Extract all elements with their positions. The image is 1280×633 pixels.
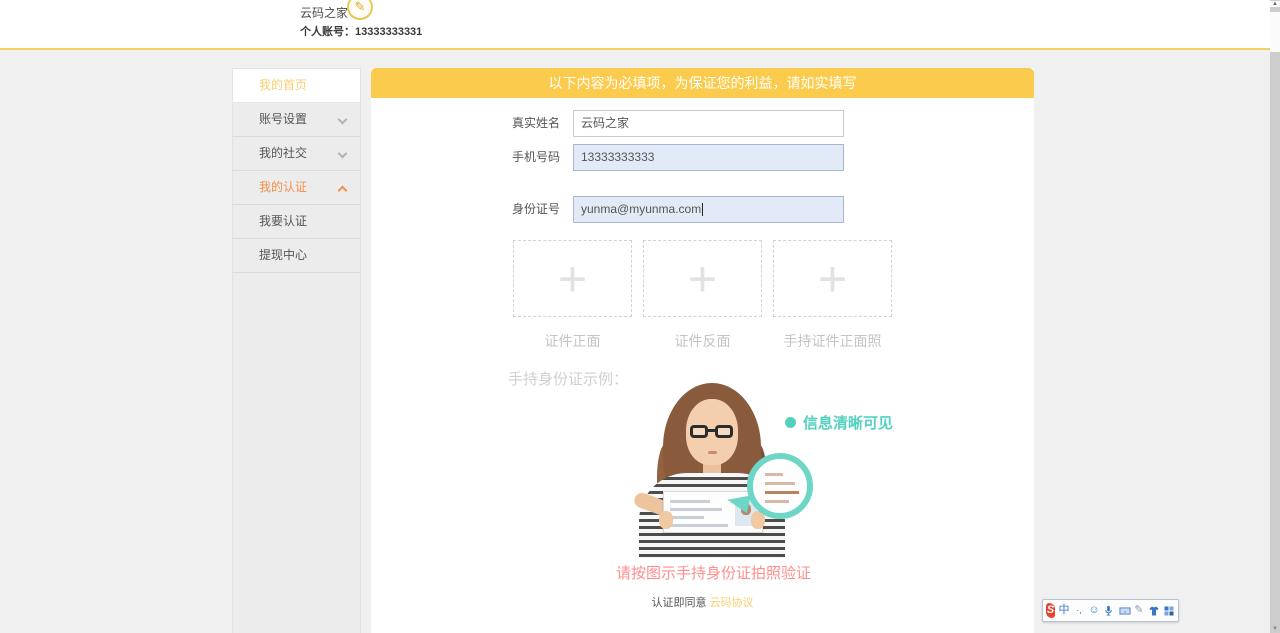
upload-holding-id-box[interactable]: + [773,240,892,317]
phone-input[interactable]: 13333333333 [573,144,844,171]
certification-panel: 以下内容为必填项，为保证您的利益，请如实填写 真实姓名 云码之家 手机号码 13… [371,68,1034,633]
upload-labels: 证件正面 证件反面 手持证件正面照 [513,331,892,351]
plus-icon: + [818,254,847,304]
text-caret [702,203,703,216]
chevron-down-icon [338,149,348,159]
required-notice-banner: 以下内容为必填项，为保证您的利益，请如实填写 [371,68,1034,98]
handwriting-icon[interactable]: ✎ [1133,600,1145,621]
glasses-icon [690,425,708,438]
ime-toolbar: S 中 ·, ☺ ✎ [1042,599,1179,622]
id-number-value: yunma@myunma.com [581,202,701,216]
emoji-icon[interactable]: ☺ [1088,600,1100,621]
microphone-icon[interactable] [1103,604,1115,617]
plus-icon: + [688,254,717,304]
sidebar-item-i-want-certify[interactable]: 我要认证 [233,205,360,239]
annotation-info-visible: 信息清晰可见 [785,412,893,433]
upload-id-front-box[interactable]: + [513,240,632,317]
upload-id-back-label: 证件反面 [643,331,762,351]
edit-profile-button[interactable]: ✎ [347,0,373,20]
phone-label: 手机号码 [500,144,560,171]
scroll-up-arrow-icon[interactable]: ▲ [1270,1,1280,7]
punctuation-icon[interactable]: ·, [1073,600,1085,621]
agreement-prefix: 认证即同意 [651,597,709,609]
upload-holding-id-label: 手持证件正面照 [773,331,892,351]
account-number-label: 个人账号：13333333331 [300,23,422,39]
id-number-label: 身份证号 [500,196,560,223]
logo-text: 云码之家 [300,4,348,21]
holding-id-example-image [611,383,841,558]
pencil-icon: ✎ [355,0,366,15]
upload-row: + + + [513,240,892,317]
sidebar-item-my-social[interactable]: 我的社交 [233,137,360,171]
vertical-scrollbar[interactable]: ▲ ▼ [1270,0,1280,633]
example-mouth [708,451,717,454]
chevron-up-icon [338,186,348,196]
bullet-dot-icon [785,417,796,428]
agreement-link[interactable]: 云码协议 [710,597,754,609]
upload-id-back-box[interactable]: + [643,240,762,317]
sogou-logo-icon[interactable]: S [1046,603,1055,618]
scroll-down-arrow-icon[interactable]: ▼ [1270,626,1280,632]
phone-row: 手机号码 13333333333 [371,144,1034,171]
annotation-text: 信息清晰可见 [803,412,893,433]
sidebar-item-label: 我的社交 [259,146,307,160]
sidebar-item-label: 账号设置 [259,112,307,126]
sidebar-item-account-settings[interactable]: 账号设置 [233,103,360,137]
plus-icon: + [558,254,587,304]
chevron-down-icon [338,115,348,125]
real-name-label: 真实姓名 [500,110,560,137]
sidebar-item-label: 提现中心 [259,248,307,262]
scrollbar-thumb[interactable] [1270,12,1280,52]
agreement-line: 认证即同意 云码协议 [371,594,1034,610]
example-title: 手持身份证示例： [508,368,628,389]
sidebar-item-my-home[interactable]: 我的首页 [233,69,360,103]
id-number-row: 身份证号 yunma@myunma.com [371,196,1034,223]
magnifier-circle-icon [747,453,813,519]
skin-icon[interactable] [1148,605,1160,617]
sidebar: 我的首页 账号设置 我的社交 我的认证 我要认证 提现中心 [232,68,361,633]
keyboard-icon[interactable] [1118,605,1130,617]
header: 云码之家 ✎ 个人账号：13333333331 [0,0,1280,50]
sidebar-item-my-certification[interactable]: 我的认证 [233,171,360,205]
example-face [686,399,738,465]
upload-id-front-label: 证件正面 [513,331,632,351]
sidebar-item-label: 我的认证 [259,180,307,194]
example-thumb [659,511,673,529]
real-name-value: 云码之家 [581,116,629,130]
glasses-bridge [707,429,716,432]
phone-value: 13333333333 [581,150,654,164]
sidebar-item-label: 我要认证 [259,214,307,228]
sidebar-item-label: 我的首页 [259,78,307,92]
real-name-row: 真实姓名 云码之家 [371,110,1034,137]
real-name-input[interactable]: 云码之家 [573,110,844,137]
chinese-mode-icon[interactable]: 中 [1058,600,1070,621]
sidebar-item-withdraw-center[interactable]: 提现中心 [233,239,360,273]
id-number-input[interactable]: yunma@myunma.com [573,196,844,223]
photo-instruction-caption: 请按图示手持身份证拍照验证 [371,562,1034,583]
glasses-icon [715,425,733,438]
logo: 云码之家 ✎ [300,4,348,21]
toolbox-icon[interactable] [1163,605,1175,617]
